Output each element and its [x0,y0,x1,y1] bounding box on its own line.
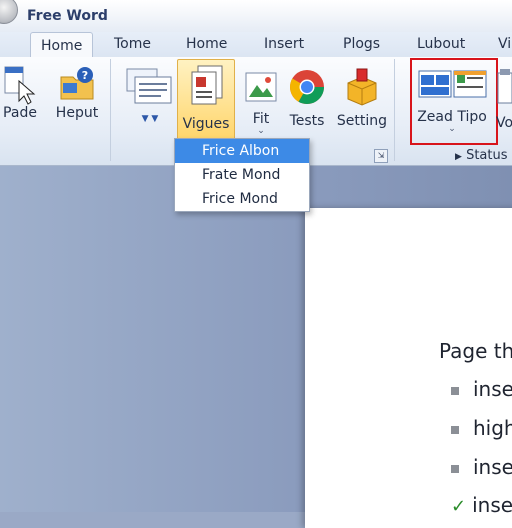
setting-label: Setting [336,113,388,129]
chevron-down-icon: ⌄ [448,124,456,134]
tab-home[interactable]: Home [30,32,94,59]
bullet-square-icon [451,425,459,434]
setting-button[interactable]: Setting [336,67,388,129]
picture-icon [245,72,277,102]
list-item: inse [451,455,512,479]
list-item-text: inse [473,377,512,401]
dropdown-item-frice-mond[interactable]: Frice Mond [175,187,309,211]
caret-right-icon: ▶ [455,152,462,162]
document-pages-icon [191,65,223,105]
document-heading: Page th [439,339,512,363]
ribbon-tabs: Home Tome Home Insert Plogs Lubout Vi [0,32,512,59]
tab-tome[interactable]: Tome [114,36,151,52]
browser-globe-icon [290,70,324,104]
vo-label: Vo [496,115,512,131]
vigues-button[interactable]: Vigues [177,59,235,141]
document-page[interactable]: Page th inse high inse ✓ inse [305,208,512,528]
tests-button[interactable]: Tests [284,67,330,129]
bullet-square-icon [451,464,459,473]
tab-home-2[interactable]: Home [186,36,227,52]
chevron-down-icon: ▼ ▼ [141,114,159,124]
list-item-text: inse [473,455,512,479]
tab-plogs[interactable]: Plogs [343,36,380,52]
vo-button[interactable]: Vo [496,67,512,131]
package-box-icon [347,68,377,106]
layout-windows-icon [418,70,487,98]
fit-label: Fit [252,111,270,127]
zead-tipo-button[interactable]: Zead Tipo ⌄ [413,67,491,134]
tests-label: Tests [289,113,325,129]
clipboard-icon [497,69,512,104]
help-folder-icon: ? [60,67,94,100]
tab-vi[interactable]: Vi [498,36,511,52]
fit-button[interactable]: Fit ⌄ [238,67,284,136]
heput-label: Heput [55,105,99,121]
svg-text:?: ? [82,69,88,82]
pade-label: Pade [3,105,37,121]
chevron-down-icon: ⌄ [257,126,265,136]
dialog-launcher-icon[interactable]: ⇲ [374,149,388,163]
dropdown-item-frice-albon[interactable]: Frice Albon [175,139,309,163]
list-item-text: inse [472,493,512,517]
pade-button[interactable]: Pade [0,65,40,121]
checkmark-icon: ✓ [451,496,467,517]
document-list-icon [126,68,172,104]
tab-lubout[interactable]: Lubout [417,36,465,52]
status-group-label: ▶ Status [455,148,508,163]
bullet-square-icon [451,386,459,395]
tab-insert[interactable]: Insert [264,36,304,52]
vigues-label: Vigues [182,116,230,132]
cursor-page-icon [4,66,36,105]
list-item: inse [451,377,512,401]
list-item-text: high [473,416,512,440]
dropdown-item-frate-mond[interactable]: Frate Mond [175,163,309,187]
list-item: high [451,416,512,440]
title-bar: Free Word [0,0,512,32]
list-item: ✓ inse [451,493,512,517]
window-title: Free Word [27,8,108,24]
vigues-dropdown-menu: Frice Albon Frate Mond Frice Mond [174,138,310,212]
app-menu-orb-icon[interactable] [0,0,18,24]
heput-button[interactable]: ? Heput [52,65,102,121]
status-label-text: Status [466,148,508,163]
zead-tipo-label: Zead Tipo [417,109,487,125]
list-view-button[interactable]: ▼ ▼ [124,67,176,124]
